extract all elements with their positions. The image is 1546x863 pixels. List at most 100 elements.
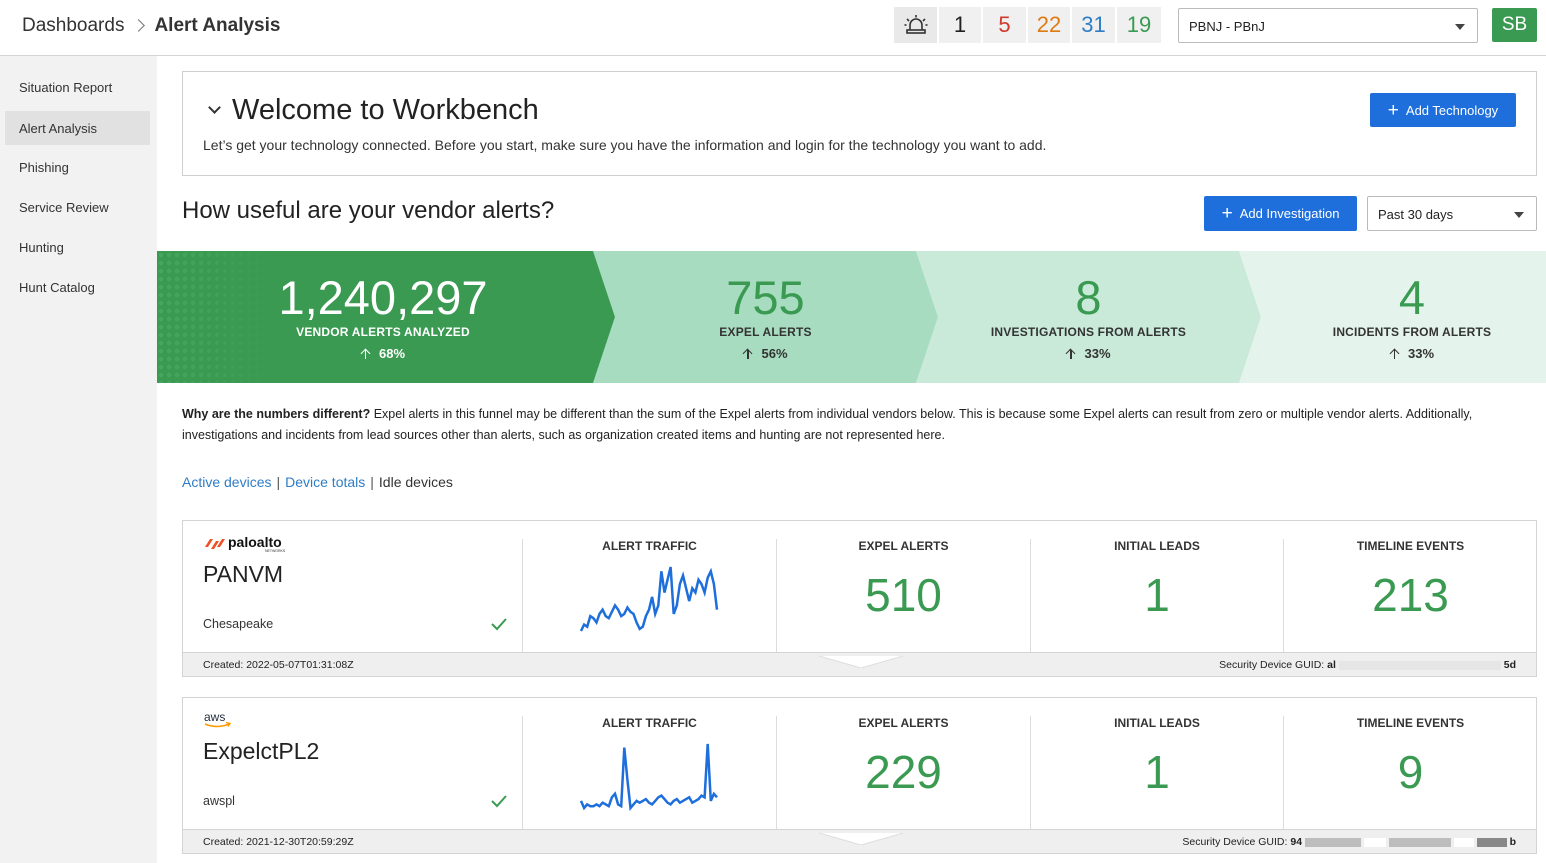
breadcrumb-dashboards-link[interactable]: Dashboards (22, 15, 124, 37)
guid-redaction (1476, 837, 1507, 847)
security-device-guid: Security Device GUID: 94 b (1182, 836, 1516, 848)
arrow-up-icon (743, 348, 753, 360)
created-value: 2021-12-30T20:59:29Z (246, 836, 354, 848)
logo-wordmark: paloalto (228, 535, 282, 550)
guid-redaction (1304, 837, 1361, 847)
alert-traffic-column: ALERT TRAFFIC (522, 539, 776, 653)
alert-traffic-label: ALERT TRAFFIC (602, 716, 697, 730)
device-name: PANVM (203, 561, 284, 587)
guid-label: Security Device GUID: (1182, 836, 1288, 848)
count-low[interactable]: 31 (1072, 7, 1117, 43)
idle-devices-link[interactable]: Idle devices (379, 474, 453, 490)
funnel-stage-expel-alerts: 755 EXPEL ALERTS 56% (615, 251, 916, 383)
created-value: 2022-05-07T01:31:08Z (246, 659, 354, 671)
alert-traffic-label: ALERT TRAFFIC (602, 539, 697, 553)
count-high[interactable]: 5 (983, 7, 1028, 43)
expel-alerts-count[interactable]: 229 (777, 745, 1030, 799)
arrow-up-icon (1390, 348, 1400, 360)
breadcrumb: Dashboards Alert Analysis (22, 15, 280, 37)
expand-chevron-icon[interactable] (819, 652, 903, 668)
count-critical[interactable]: 1 (939, 7, 983, 43)
timeline-events-count[interactable]: 213 (1284, 568, 1537, 622)
aws-wordmark: aws (204, 710, 225, 724)
sidebar-item-hunting[interactable]: Hunting (5, 230, 150, 264)
expel-alerts-count[interactable]: 510 (777, 568, 1030, 622)
paloalto-logo: paloalto NETWORKS (203, 534, 293, 558)
sidebar-item-service-review[interactable]: Service Review (5, 190, 150, 224)
guid-start: 94 (1290, 836, 1303, 848)
initial-leads-column: INITIAL LEADS 1 (1030, 539, 1283, 653)
vendor-alerts-pct: 68% (378, 346, 406, 361)
active-devices-link[interactable]: Active devices (182, 474, 271, 490)
timeline-events-label: TIMELINE EVENTS (1356, 539, 1465, 553)
alert-traffic-column: ALERT TRAFFIC (522, 716, 776, 830)
sidebar: Situation Report Alert Analysis Phishing… (0, 56, 157, 863)
sidebar-item-alert-analysis[interactable]: Alert Analysis (5, 111, 150, 145)
count-tuning[interactable]: 19 (1117, 7, 1161, 43)
sidebar-item-hunt-catalog[interactable]: Hunt Catalog (5, 270, 150, 304)
incidents-pct: 33% (1407, 346, 1435, 361)
caret-down-icon (1455, 24, 1465, 30)
expel-alerts-label: EXPEL ALERTS (719, 325, 812, 339)
date-range-select[interactable]: Past 30 days (1367, 196, 1537, 231)
sidebar-item-phishing[interactable]: Phishing (5, 150, 150, 184)
device-footer: Created: 2021-12-30T20:59:29Z Security D… (182, 829, 1537, 854)
expel-alerts-col-label: EXPEL ALERTS (858, 716, 949, 730)
organization-select-value: PBNJ - PBnJ (1189, 19, 1265, 34)
guid-redaction-gap (1363, 837, 1386, 847)
expel-alerts-value: 755 (726, 271, 805, 324)
add-technology-label: Add Technology (1405, 102, 1499, 118)
organization-select[interactable]: PBNJ - PBnJ (1178, 8, 1478, 43)
device-card-expelctpl2[interactable]: aws ExpelctPL2 awspl ALERT TRAFFIC EXPEL… (182, 697, 1537, 830)
welcome-card: Welcome to Workbench Let’s get your tech… (182, 71, 1537, 176)
investigations-label: INVESTIGATIONS FROM ALERTS (990, 325, 1187, 339)
device-filter-links: Active devices | Device totals | Idle device… (182, 474, 453, 490)
device-name: ExpelctPL2 (203, 738, 320, 764)
explanation-heading: Why are the numbers different? (182, 407, 371, 421)
plus-icon: + (1221, 203, 1233, 224)
timeline-events-count[interactable]: 9 (1284, 745, 1537, 799)
siren-icon[interactable] (894, 7, 939, 43)
expand-chevron-icon[interactable] (819, 829, 903, 845)
date-range-value: Past 30 days (1378, 207, 1454, 222)
initial-leads-count[interactable]: 1 (1031, 745, 1283, 799)
investigations-change: 33% (938, 346, 1239, 361)
alert-traffic-sparkline (579, 743, 718, 811)
guid-end: b (1509, 836, 1516, 848)
vendor-alerts-value: 1,240,297 (278, 271, 488, 324)
guid-label: Security Device GUID: (1219, 659, 1325, 671)
initial-leads-count[interactable]: 1 (1031, 568, 1283, 622)
count-medium[interactable]: 22 (1028, 7, 1072, 43)
caret-down-icon (1514, 212, 1524, 218)
avatar[interactable]: SB (1492, 8, 1537, 42)
device-footer: Created: 2022-05-07T01:31:08Z Security D… (182, 652, 1537, 677)
investigations-value: 8 (1075, 271, 1102, 324)
link-separator: | (276, 474, 281, 490)
check-icon (491, 618, 507, 631)
chevron-down-icon[interactable] (208, 101, 221, 114)
alert-funnel: 1,240,297 VENDOR ALERTS ANALYZED 68% 755… (157, 251, 1546, 383)
device-totals-link[interactable]: Device totals (285, 474, 365, 490)
add-investigation-label: Add Investigation (1239, 206, 1340, 221)
add-investigation-button[interactable]: + Add Investigation (1204, 196, 1357, 231)
funnel-stage-incidents: 4 INCIDENTS FROM ALERTS 33% (1261, 251, 1546, 383)
top-header: Dashboards Alert Analysis 1 5 22 31 19 P… (0, 0, 1546, 56)
sidebar-item-situation-report[interactable]: Situation Report (5, 70, 150, 104)
add-technology-button[interactable]: + Add Technology (1370, 93, 1516, 127)
initial-leads-label: INITIAL LEADS (1114, 716, 1200, 730)
device-card-panvm[interactable]: paloalto NETWORKS PANVM Chesapeake ALERT… (182, 520, 1537, 653)
incidents-value: 4 (1398, 271, 1426, 324)
expel-alerts-col-label: EXPEL ALERTS (858, 539, 949, 553)
initial-leads-label: INITIAL LEADS (1114, 539, 1200, 553)
link-separator: | (370, 474, 374, 490)
investigations-pct: 33% (1084, 346, 1111, 361)
timeline-events-column: TIMELINE EVENTS 213 (1283, 539, 1537, 653)
timeline-events-label: TIMELINE EVENTS (1356, 716, 1465, 730)
arrow-up-icon (361, 348, 371, 360)
page-title: Alert Analysis (154, 15, 281, 36)
created-date: Created: 2022-05-07T01:31:08Z (203, 659, 354, 671)
section-title: How useful are your vendor alerts? (182, 197, 555, 224)
vendor-alerts-change: 68% (225, 346, 541, 361)
created-date: Created: 2021-12-30T20:59:29Z (203, 836, 354, 848)
funnel-explanation: Why are the numbers different? Expel ale… (182, 404, 1522, 446)
